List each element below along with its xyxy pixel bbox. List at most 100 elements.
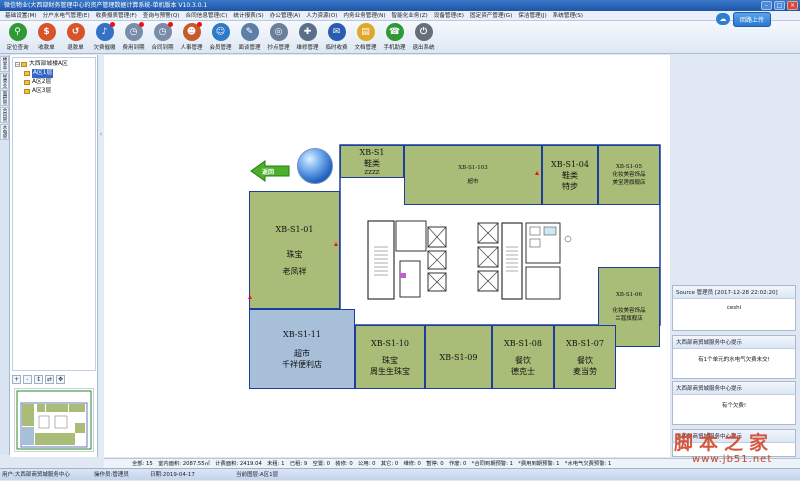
shop-category: 鞋类 xyxy=(364,158,380,168)
notification-header: 大西部商贸城服务中心提示 xyxy=(673,336,795,349)
menu-item[interactable]: 办公管理(A) xyxy=(267,11,304,20)
move-icon[interactable]: ✥ xyxy=(56,375,65,384)
toolbar-label: 面谈管理 xyxy=(238,45,261,51)
toolbar-button-clock[interactable]: ◷ 费用到期 xyxy=(119,21,148,53)
zoom-out-icon[interactable]: - xyxy=(23,375,32,384)
close-button[interactable]: × xyxy=(787,1,798,10)
menu-item[interactable]: 固定资产管理(G) xyxy=(467,11,515,20)
vertical-tab[interactable]: 经营业态 xyxy=(0,73,9,89)
cloud-icon: ☁ xyxy=(716,13,730,25)
power-icon: ⏻ xyxy=(414,23,433,41)
toolbar-button-member[interactable]: ☺ 会员管理 xyxy=(206,21,235,53)
toolbar-button-contract-clock[interactable]: ◷ 合同到期 xyxy=(148,21,177,53)
toolbar-label: 抄点管理 xyxy=(267,45,290,51)
vertical-tab[interactable]: 面积管理 xyxy=(0,90,9,106)
notification-card[interactable]: Source 管理员 [2017-12-28 22:02:20] ceshi xyxy=(672,285,796,331)
menu-item[interactable]: 查询与预警(Q) xyxy=(140,11,183,20)
menu-item[interactable]: 保洁管理(J) xyxy=(515,11,549,20)
pan-vertical-icon[interactable]: ↕ xyxy=(34,375,43,384)
shop-xb-s1-05[interactable]: XB-S1-05 化妆美容饰品 美宝莲旗舰店 xyxy=(598,145,660,205)
toolbar-button-people[interactable]: ☻ 人事管理 xyxy=(177,21,206,53)
toolbar-button-refund[interactable]: ↺ 退款单 xyxy=(61,21,90,53)
shop-category: 鞋类 xyxy=(562,170,578,180)
shop-xb-s1-09[interactable]: XB-S1-09 xyxy=(425,325,492,389)
notification-card[interactable]: 大西部商贸城服务中心提示 xyxy=(672,429,796,457)
menu-item[interactable]: 内务业务管理(N) xyxy=(340,11,388,20)
toolbar-label: 会员管理 xyxy=(209,45,232,51)
shop-code: XB-S1-103 xyxy=(458,165,488,171)
folder-icon xyxy=(24,89,30,94)
toolbar-button-phone[interactable]: ☎ 手机助理 xyxy=(380,21,409,53)
menu-item[interactable]: 系统管理(S) xyxy=(550,11,586,20)
toolbar-button-power[interactable]: ⏻ 退出系统 xyxy=(409,21,438,53)
tree-item-floor1[interactable]: A区1层 xyxy=(15,69,93,78)
menu-item[interactable]: 设备管理(E) xyxy=(431,11,467,20)
shop-code: XB-S1-06 xyxy=(615,292,643,298)
shop-xb-s1-103[interactable]: XB-S1-103 超市 xyxy=(404,145,542,205)
shop-xb-s1-04[interactable]: XB-S1-04 鞋类 特步 xyxy=(542,145,598,205)
notification-card[interactable]: 大西部商贸城服务中心提示 有个欠费! xyxy=(672,381,796,425)
shop-xb-s1[interactable]: XB-S1 鞋类 ZZZZ xyxy=(340,145,404,178)
upload-button[interactable]: 回路上传 xyxy=(733,11,772,27)
bottom-operator: 操作员:管理员 xyxy=(94,472,129,478)
shop-xb-s1-11[interactable]: XB-S1-11 超市 千祥便利店 xyxy=(249,309,355,389)
shop-xb-s1-01[interactable]: XB-S1-01 珠宝 老凤祥 xyxy=(249,191,340,309)
alert-marker-icon xyxy=(334,242,338,246)
shop-name: ZZZZ xyxy=(364,169,380,176)
notification-body: 有个欠费! xyxy=(721,403,747,409)
notification-body xyxy=(673,443,795,449)
left-vertical-tabs: 楼宇平面图经营业态面积管理合同管理水电管理 xyxy=(0,55,10,455)
toolbar-button-location-pin[interactable]: ⚲ 定位查询 xyxy=(3,21,32,53)
badge-dot-icon xyxy=(110,22,115,27)
notification-body: 有1个单元的水电气欠费未交! xyxy=(698,357,770,363)
menu-item[interactable]: 基础设置(M) xyxy=(2,11,40,20)
shop-category: 化妆美容饰品 xyxy=(612,172,646,178)
tree-root[interactable]: − 大西部城楼A区 xyxy=(15,60,93,69)
pan-horizontal-icon[interactable]: ⇄ xyxy=(45,375,54,384)
toolbar-button-meter[interactable]: ◎ 抄点管理 xyxy=(264,21,293,53)
notification-card[interactable]: 大西部商贸城服务中心提示有1个单元的水电气欠费未交! xyxy=(672,335,796,379)
shop-xb-s1-10[interactable]: XB-S1-10 珠宝 周生生珠宝 xyxy=(355,325,425,389)
menu-item[interactable]: 人力资源(O) xyxy=(303,11,340,20)
shop-name: 德克士 xyxy=(511,366,535,376)
interview-icon: ✎ xyxy=(240,23,259,41)
badge-dot-icon xyxy=(168,22,173,27)
minimize-button[interactable]: – xyxy=(761,1,772,10)
bottom-current-layer: 当前图层:A区1层 xyxy=(236,472,279,478)
toolbar-button-alarm[interactable]: ♪ 欠费催缴 xyxy=(90,21,119,53)
toolbar-button-repair[interactable]: ✚ 维修管理 xyxy=(293,21,322,53)
shop-category: 餐饮 xyxy=(577,355,593,365)
toolbar-button-coin[interactable]: $ 收款单 xyxy=(32,21,61,53)
toolbar-button-cash[interactable]: ✉ 临时收费 xyxy=(322,21,351,53)
vertical-tab[interactable]: 合同管理 xyxy=(0,107,9,123)
core-stairs-elevators-left xyxy=(367,220,447,300)
vertical-tab[interactable]: 水电管理 xyxy=(0,124,9,140)
menu-item[interactable]: 统计报表(S) xyxy=(230,11,266,20)
folder-icon xyxy=(24,71,30,76)
repair-icon: ✚ xyxy=(298,23,317,41)
maximize-button[interactable]: □ xyxy=(774,1,785,10)
menu-item[interactable]: 收费报表管理(F) xyxy=(93,11,140,20)
tree-item-floor2[interactable]: A区2层 xyxy=(15,78,93,87)
menu-item[interactable]: 合同信息管理(C) xyxy=(183,11,231,20)
menu-item[interactable]: 分户水电气管理(E) xyxy=(40,11,93,20)
shop-code: XB-S1-07 xyxy=(566,338,604,348)
toolbar-label: 手机助理 xyxy=(383,45,406,51)
toolbar-button-interview[interactable]: ✎ 面谈管理 xyxy=(235,21,264,53)
minimap[interactable] xyxy=(14,388,94,452)
toolbar-button-folder[interactable]: ▤ 文档管理 xyxy=(351,21,380,53)
badge-dot-icon xyxy=(139,22,144,27)
floor-tree: − 大西部城楼A区 A区1层 A区2层 A区3层 xyxy=(12,57,96,371)
collapse-icon[interactable]: − xyxy=(15,62,20,67)
shop-xb-s1-07[interactable]: XB-S1-07 餐饮 麦当劳 xyxy=(554,325,616,389)
shop-xb-s1-08[interactable]: XB-S1-08 餐饮 德克士 xyxy=(492,325,554,389)
main-toolbar: ⚲ 定位查询 $ 收款单 ↺ 退款单 ♪ 欠费催缴 ◷ 费用到期 ◷ 合同到期 ☻ 人事管理 ☺ 会员管理 ✎ 面… xyxy=(0,21,800,54)
bottom-date: 日期:2019-04-17 xyxy=(150,472,195,478)
floor-plan-canvas: 返回 XB-S1 鞋类 ZZZZ XB-S1-103 超市 XB-S1-04 鞋… xyxy=(104,55,670,457)
menu-item[interactable]: 智能化业务(Z) xyxy=(389,11,431,20)
shop-code: XB-S1-11 xyxy=(283,329,321,339)
vertical-tab[interactable]: 楼宇平面图 xyxy=(0,56,9,72)
tree-item-floor3[interactable]: A区3层 xyxy=(15,87,93,96)
menu-bar: 基础设置(M) 分户水电气管理(E) 收费报表管理(F) 查询与预警(Q) 合同信息管理… xyxy=(0,11,800,21)
zoom-in-icon[interactable]: + xyxy=(12,375,21,384)
